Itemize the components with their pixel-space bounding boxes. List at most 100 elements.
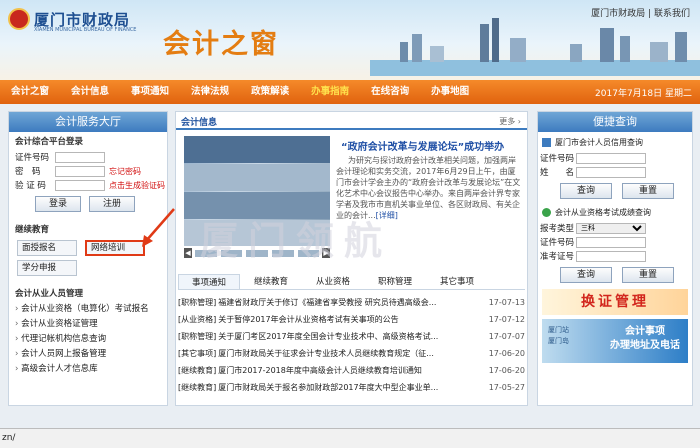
item-title[interactable]: 关于暂停2017年会计从业资格考试有关事项的公告 <box>218 311 485 328</box>
item-date: 17-07-07 <box>488 332 525 341</box>
thumbnail[interactable] <box>270 248 295 258</box>
map-labels: 厦门站 厦门岛 <box>548 325 569 347</box>
map-label-island: 厦门岛 <box>548 337 569 345</box>
credit-query-heading: 厦门市会计人员信用查询 <box>538 132 692 151</box>
cert-renewal-banner[interactable]: 换证管理 <box>542 289 688 315</box>
id-number-input[interactable] <box>55 151 105 163</box>
headline-summary: 为研究与探讨政府会计改革相关问题，加强两岸会计理论和实务交流，2017年6月29… <box>336 155 522 221</box>
thumbnail[interactable] <box>193 248 218 258</box>
nav-item-notices[interactable]: 事项通知 <box>120 80 180 104</box>
score-id-label: 证件号码 <box>540 238 575 248</box>
forgot-password-link[interactable]: 忘记密码 <box>109 166 141 177</box>
list-item[interactable]: [继续教育] 厦门市2017-2018年度中高级会计人员继续教育培训通知 17-06… <box>178 362 525 379</box>
link-separator: | <box>648 9 652 19</box>
item-title[interactable]: 关于厦门考区2017年度全国会计专业技术中、高级资格考试... <box>218 328 485 345</box>
more-link[interactable]: 更多 › <box>499 116 521 127</box>
accounting-info-panel: 会计信息 更多 › ◀ ▶ “政府会计改革与发展论坛”成功举办 为研究与探讨政府… <box>175 111 528 406</box>
exam-type-select[interactable]: 三科 <box>576 222 646 234</box>
nav-item-policy[interactable]: 政策解读 <box>240 80 300 104</box>
credit-name-input[interactable] <box>576 166 646 178</box>
tab-other[interactable]: 其它事项 <box>426 274 488 289</box>
item-title[interactable]: 厦门市财政局关于征求会计专业技术人员继续教育规定（征... <box>218 345 485 362</box>
register-button[interactable]: 注册 <box>89 196 135 212</box>
exam-type-label: 报考类型 <box>540 224 575 234</box>
status-bar: zn/ <box>0 428 700 448</box>
prev-arrow-icon[interactable]: ◀ <box>184 248 192 258</box>
credit-query-buttons: 查询 重置 <box>538 179 692 199</box>
item-date: 17-07-13 <box>488 298 525 307</box>
thumbnail[interactable] <box>296 248 321 258</box>
service-hall-panel: 会计服务大厅 会计综合平台登录 证件号码 密 码 忘记密码 验 证 码 点击生成… <box>8 111 168 406</box>
accounting-info-title: 会计信息 <box>181 118 218 128</box>
nav-item-map[interactable]: 办事地图 <box>420 80 480 104</box>
link-finance-bureau[interactable]: 厦门市财政局 <box>591 9 645 19</box>
password-row: 密 码 忘记密码 <box>9 164 167 178</box>
list-item[interactable]: [职称管理] 福建省财政厅关于修订《福建省享受教授 研究员待遇高级会... 17-0… <box>178 294 525 311</box>
credit-name-label: 姓 名 <box>540 168 575 178</box>
credit-id-input[interactable] <box>576 152 646 164</box>
tab-qualification[interactable]: 从业资格 <box>302 274 364 289</box>
link-contact-us[interactable]: 联系我们 <box>654 9 690 19</box>
link-exam-signup[interactable]: 会计从业资格（电算化）考试报名 <box>15 302 167 317</box>
nav-item-accounting-info[interactable]: 会计信息 <box>60 80 120 104</box>
exam-type-row: 报考类型 三科 <box>538 221 692 235</box>
score-query-button[interactable]: 查询 <box>560 267 612 283</box>
link-online-filing[interactable]: 会计人员网上报备管理 <box>15 347 167 362</box>
credit-query-button[interactable]: 查询 <box>560 183 612 199</box>
summary-text: 为研究与探讨政府会计改革相关问题，加强两岸会计理论和实务交流，2017年6月29… <box>336 156 521 220</box>
news-tabs: 事项通知 继续教育 从业资格 职称管理 其它事项 <box>178 274 525 290</box>
thumbnail[interactable] <box>219 248 244 258</box>
captcha-row: 验 证 码 点击生成验证码 <box>9 178 167 192</box>
nav-item-consult[interactable]: 在线咨询 <box>360 80 420 104</box>
quick-query-title: 便捷查询 <box>538 112 692 132</box>
practitioner-mgmt-title: 会计从业人员管理 <box>15 289 84 299</box>
news-photo[interactable] <box>184 136 330 246</box>
score-query-heading: 会计从业资格考试成绩查询 <box>538 199 692 221</box>
in-person-signup-button[interactable]: 面授报名 <box>17 240 77 256</box>
item-title[interactable]: 厦门市财政局关于报名参加财政部2017年度大中型企事业单... <box>218 379 485 396</box>
item-title[interactable]: 福建省财政厅关于修订《福建省享受教授 研究员待遇高级会... <box>218 294 485 311</box>
nav-item-accounting-window[interactable]: 会计之窗 <box>0 80 60 104</box>
credit-reset-button[interactable]: 重置 <box>622 183 674 199</box>
office-address-banner[interactable]: 厦门站 厦门岛 会计事项 办理地址及电话 <box>542 319 688 363</box>
list-item[interactable]: [继续教育] 厦门市财政局关于报名参加财政部2017年度大中型企事业单... 17-… <box>178 379 525 396</box>
nav-item-guide[interactable]: 办事指南 <box>300 80 360 104</box>
tab-title-mgmt[interactable]: 职称管理 <box>364 274 426 289</box>
link-agency-query[interactable]: 代理记帐机构信息查询 <box>15 332 167 347</box>
list-item[interactable]: [职称管理] 关于厦门考区2017年度全国会计专业技术中、高级资格考试... 17-… <box>178 328 525 345</box>
item-date: 17-06-20 <box>488 349 525 358</box>
generate-captcha-link[interactable]: 点击生成验证码 <box>109 180 165 191</box>
item-category: [从业资格] <box>178 315 217 324</box>
login-button[interactable]: 登录 <box>35 196 81 212</box>
top-links: 厦门市财政局 | 联系我们 <box>591 6 690 19</box>
item-category: [职称管理] <box>178 332 217 341</box>
nav-item-laws[interactable]: 法律法规 <box>180 80 240 104</box>
online-training-button[interactable]: 网络培训 <box>85 240 145 256</box>
item-title[interactable]: 厦门市2017-2018年度中高级会计人员继续教育培训通知 <box>218 362 485 379</box>
ticket-no-input[interactable] <box>576 250 646 262</box>
score-reset-button[interactable]: 重置 <box>622 267 674 283</box>
quick-query-panel: 便捷查询 厦门市会计人员信用查询 证件号码 姓 名 查询 重置 会计从业资格考试… <box>537 111 693 406</box>
thumbnail[interactable] <box>245 248 269 258</box>
credit-declare-button[interactable]: 学分申报 <box>17 260 77 276</box>
item-category: [继续教育] <box>178 366 217 375</box>
link-cert-mgmt[interactable]: 会计从业资格证管理 <box>15 317 167 332</box>
captcha-input[interactable] <box>55 179 105 191</box>
tab-notices[interactable]: 事项通知 <box>178 274 240 289</box>
headline[interactable]: “政府会计改革与发展论坛”成功举办 <box>341 138 504 153</box>
main-nav: 会计之窗 会计信息 事项通知 法律法规 政策解读 办事指南 在线咨询 办事地图 … <box>0 80 700 104</box>
link-talent-db[interactable]: 高级会计人才信息库 <box>15 362 167 377</box>
credit-name-row: 姓 名 <box>538 165 692 179</box>
score-id-input[interactable] <box>576 236 646 248</box>
list-item[interactable]: [从业资格] 关于暂停2017年会计从业资格考试有关事项的公告 17-07-12 <box>178 311 525 328</box>
list-item[interactable]: [其它事项] 厦门市财政局关于征求会计专业技术人员继续教育规定（征... 17-06… <box>178 345 525 362</box>
credit-id-row: 证件号码 <box>538 151 692 165</box>
password-input[interactable] <box>55 165 105 177</box>
item-category: [职称管理] <box>178 298 217 307</box>
tab-continuing-edu[interactable]: 继续教育 <box>240 274 302 289</box>
detail-link[interactable]: [详细] <box>376 211 398 220</box>
next-arrow-icon[interactable]: ▶ <box>322 248 331 258</box>
service-hall-title: 会计服务大厅 <box>9 112 167 132</box>
logo-subtitle: XIAMEN MUNICIPAL BUREAU OF FINANCE <box>34 27 137 33</box>
news-list: [职称管理] 福建省财政厅关于修订《福建省享受教授 研究员待遇高级会... 17-0… <box>178 294 525 396</box>
